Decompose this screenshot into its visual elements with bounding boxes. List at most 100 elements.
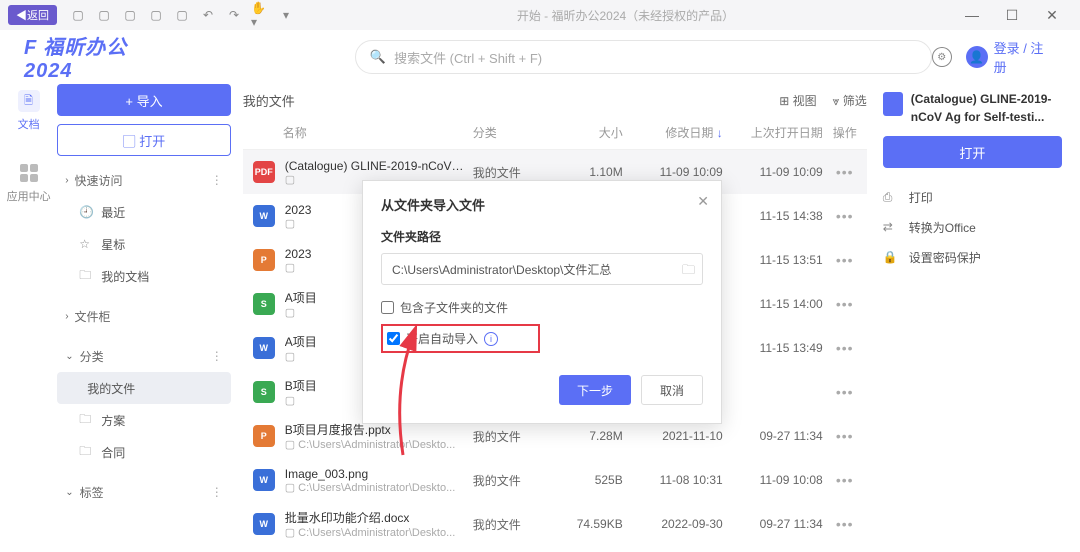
- view-toggle[interactable]: ⊞ 视图: [779, 92, 816, 109]
- undo-icon[interactable]: ↶: [199, 6, 217, 24]
- dropdown-icon[interactable]: ▾: [277, 6, 295, 24]
- sidebar-item-mydocs[interactable]: 🗀我的文档: [57, 260, 231, 292]
- nav-documents[interactable]: 🗎 文档: [18, 90, 40, 132]
- cancel-button[interactable]: 取消: [641, 375, 703, 405]
- file-name: Image_003.png: [285, 467, 456, 481]
- sidebar-item-plans[interactable]: 🗀方案: [57, 404, 231, 436]
- file-path: ▢ C:\Users\Administrator\Deskto...: [285, 438, 456, 451]
- redo-icon[interactable]: ↷: [225, 6, 243, 24]
- col-name[interactable]: 名称: [243, 124, 473, 141]
- file-lastopen: 11-15 14:00: [723, 297, 823, 311]
- chevron-right-icon: ›: [65, 175, 68, 186]
- settings-icon[interactable]: ⚙: [932, 47, 952, 67]
- modal-title: 从文件夹导入文件: [381, 195, 703, 214]
- open-button[interactable]: ▢ 打开: [57, 124, 231, 156]
- file-lastopen: 11-09 10:08: [723, 473, 823, 487]
- selected-file-title: (Catalogue) GLINE-2019-nCoV Ag for Self-…: [911, 90, 1062, 126]
- sidebar-item-recent[interactable]: 🕘最近: [57, 196, 231, 228]
- print-action[interactable]: ⎙打印: [883, 182, 1062, 212]
- avatar-icon: 👤: [966, 46, 988, 68]
- group-cabinet[interactable]: ›文件柜: [57, 300, 231, 332]
- maximize-button[interactable]: ☐: [992, 7, 1032, 24]
- topbar: F福昕办公2024 🔍 搜索文件 (Ctrl + Shift + F) ⚙ 👤 …: [0, 30, 1080, 84]
- file-name: B项目: [285, 377, 317, 394]
- col-size[interactable]: 大小: [553, 124, 623, 141]
- row-more-icon[interactable]: •••: [836, 428, 854, 444]
- folder-path-label: 文件夹路径: [381, 228, 703, 245]
- table-row[interactable]: W Image_003.png ▢ C:\Users\Administrator…: [243, 458, 867, 502]
- row-more-icon[interactable]: •••: [836, 516, 854, 532]
- toolbar-icon[interactable]: ▢: [173, 6, 191, 24]
- nav-appcenter[interactable]: 应用中心: [7, 162, 51, 204]
- col-modified[interactable]: 修改日期 ↓: [623, 124, 723, 141]
- filter-toggle[interactable]: ⩔ 筛选: [833, 92, 867, 109]
- sidebar-item-contracts[interactable]: 🗀合同: [57, 436, 231, 468]
- login-link[interactable]: 👤 登录 / 注册: [966, 38, 1056, 76]
- convert-action[interactable]: ⇄转换为Office: [883, 212, 1062, 242]
- star-icon: ☆: [79, 237, 93, 251]
- row-more-icon[interactable]: •••: [836, 208, 854, 224]
- file-category: 我的文件: [473, 428, 553, 445]
- file-name: (Catalogue) GLINE-2019-nCoV A...: [285, 159, 465, 173]
- next-button[interactable]: 下一步: [559, 375, 631, 405]
- browse-folder-icon[interactable]: 🗀: [682, 261, 695, 283]
- info-icon[interactable]: i: [484, 332, 498, 346]
- file-name: 2023: [285, 203, 312, 217]
- open-file-button[interactable]: 打开: [883, 136, 1062, 168]
- hand-icon[interactable]: ✋▾: [251, 6, 269, 24]
- back-button[interactable]: ◀返回: [8, 5, 57, 25]
- group-quick-access[interactable]: ›快速访问⋮: [57, 164, 231, 196]
- row-more-icon[interactable]: •••: [836, 472, 854, 488]
- file-category: 我的文件: [473, 164, 553, 181]
- toolbar-icon[interactable]: ▢: [147, 6, 165, 24]
- row-more-icon[interactable]: •••: [836, 252, 854, 268]
- sidebar-item-myfiles[interactable]: 我的文件: [57, 372, 231, 404]
- close-button[interactable]: ✕: [1032, 7, 1072, 24]
- titlebar: ◀返回 ▢ ▢ ▢ ▢ ▢ ↶ ↷ ✋▾ ▾ 开始 - 福昕办公2024（未经授…: [0, 0, 1080, 30]
- file-category: 我的文件: [473, 472, 553, 489]
- protect-action[interactable]: 🔒设置密码保护: [883, 242, 1062, 272]
- more-icon[interactable]: ⋮: [211, 173, 223, 187]
- word-icon: W: [253, 469, 275, 491]
- minimize-button[interactable]: —: [952, 7, 992, 23]
- file-lastopen: 09-27 11:34: [723, 517, 823, 531]
- toolbar-icon[interactable]: ▢: [69, 6, 87, 24]
- row-more-icon[interactable]: •••: [836, 296, 854, 312]
- table-row[interactable]: W 批量水印功能介绍.docx ▢ C:\Users\Administrator…: [243, 502, 867, 546]
- col-lastopen[interactable]: 上次打开日期: [723, 124, 823, 141]
- toolbar-icon[interactable]: ▢: [121, 6, 139, 24]
- modal-close-button[interactable]: ✕: [697, 193, 709, 210]
- row-more-icon[interactable]: •••: [836, 384, 854, 400]
- row-more-icon[interactable]: •••: [836, 164, 854, 180]
- sidebar-item-star[interactable]: ☆星标: [57, 228, 231, 260]
- file-size: 74.59KB: [553, 517, 623, 531]
- import-button[interactable]: + 导入: [57, 84, 231, 116]
- col-actions: 操作: [823, 124, 867, 141]
- toolbar-icon[interactable]: ▢: [95, 6, 113, 24]
- search-input[interactable]: 🔍 搜索文件 (Ctrl + Shift + F): [355, 40, 932, 74]
- include-subfolder-checkbox[interactable]: 包含子文件夹的文件: [381, 299, 703, 316]
- group-tags[interactable]: ⌄标签⋮: [57, 476, 231, 508]
- xls-icon: S: [253, 381, 275, 403]
- file-lastopen: 09-27 11:34: [723, 429, 823, 443]
- auto-import-checkbox[interactable]: 开启自动导入 i: [381, 324, 540, 353]
- chevron-down-icon: ⌄: [65, 351, 73, 362]
- file-path: ▢: [285, 394, 317, 407]
- clock-icon: 🕘: [79, 205, 93, 219]
- folder-path-input[interactable]: [381, 253, 703, 285]
- file-path: ▢: [285, 261, 312, 274]
- folder-icon: 🗀: [79, 266, 93, 287]
- pdf-icon: PDF: [253, 161, 275, 183]
- document-icon: [883, 92, 903, 116]
- logo-f-icon: F: [24, 37, 37, 59]
- more-icon[interactable]: ⋮: [211, 485, 223, 499]
- row-more-icon[interactable]: •••: [836, 340, 854, 356]
- group-category[interactable]: ⌄分类⋮: [57, 340, 231, 372]
- col-category[interactable]: 分类: [473, 124, 553, 141]
- more-icon[interactable]: ⋮: [211, 349, 223, 363]
- back-arrow-icon: ◀: [16, 10, 27, 22]
- word-icon: W: [253, 205, 275, 227]
- ppt-icon: P: [253, 425, 275, 447]
- details-panel: (Catalogue) GLINE-2019-nCoV Ag for Self-…: [879, 84, 1080, 546]
- file-category: 我的文件: [473, 516, 553, 533]
